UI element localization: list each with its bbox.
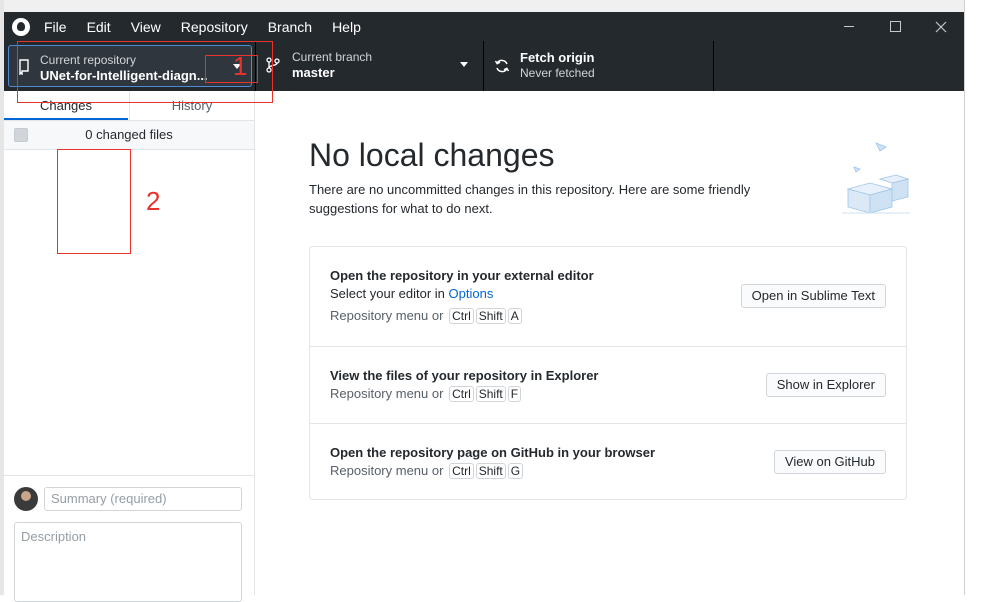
annotation-box-2	[57, 149, 131, 254]
minimize-button[interactable]	[826, 12, 872, 41]
key-shift: Shift	[475, 463, 506, 479]
view-on-github-button[interactable]: View on GitHub	[773, 450, 886, 474]
key-g: G	[507, 463, 524, 479]
menu-edit[interactable]: Edit	[87, 19, 111, 35]
page-title: No local changes	[309, 137, 555, 173]
current-branch-title: Current branch	[292, 50, 373, 64]
suggestion-shortcut: Repository menu or Ctrl Shift F	[330, 386, 522, 402]
current-branch-button[interactable]: Current branch master	[256, 41, 484, 91]
main-content: No local changes There are no uncommitte…	[255, 91, 964, 595]
annotation-box-1-inner	[205, 55, 258, 83]
shortcut-prefix: Repository menu or	[330, 386, 444, 401]
annotation-label-1: 1	[233, 51, 248, 81]
suggestion-open-editor: Open the repository in your external edi…	[310, 247, 906, 347]
show-in-explorer-button[interactable]: Show in Explorer	[765, 373, 886, 397]
suggestion-title: Open the repository page on GitHub in yo…	[330, 445, 656, 460]
key-shift: Shift	[475, 308, 506, 324]
suggestion-shortcut: Repository menu or Ctrl Shift A	[330, 308, 522, 324]
github-logo-icon	[12, 17, 30, 36]
suggestion-show-explorer: View the files of your repository in Exp…	[310, 347, 906, 424]
fetch-status: Never fetched	[520, 66, 595, 80]
page-description: There are no uncommitted changes in this…	[309, 182, 751, 216]
menu-branch[interactable]: Branch	[268, 19, 312, 35]
close-icon	[935, 21, 947, 32]
summary-input[interactable]: Summary (required)	[44, 487, 242, 511]
annotation-label-2: 2	[146, 186, 161, 216]
avatar	[14, 487, 38, 511]
suggestions-panel: Open the repository in your external edi…	[309, 246, 907, 500]
description-input[interactable]: Description	[14, 522, 242, 602]
key-a: A	[507, 308, 522, 324]
commit-message-area: Summary (required) Description	[4, 475, 254, 602]
current-branch-name: master	[292, 65, 335, 80]
key-ctrl: Ctrl	[449, 463, 474, 479]
maximize-button[interactable]	[872, 12, 918, 41]
changed-files-count: 0 changed files	[85, 127, 173, 142]
key-ctrl: Ctrl	[449, 386, 474, 402]
menu-file[interactable]: File	[44, 19, 67, 35]
maximize-icon	[889, 21, 901, 32]
changes-list-header: 0 changed files	[4, 121, 254, 150]
fetch-origin-title: Fetch origin	[520, 50, 595, 65]
key-ctrl: Ctrl	[449, 308, 474, 324]
menu-view[interactable]: View	[131, 19, 161, 35]
shortcut-prefix: Repository menu or	[330, 308, 444, 323]
boxes-illustration-icon	[842, 142, 910, 214]
fetch-origin-button[interactable]: Fetch origin Never fetched	[484, 41, 714, 91]
suggestion-view-github: Open the repository page on GitHub in yo…	[310, 424, 906, 499]
menu-repository[interactable]: Repository	[181, 19, 248, 35]
suggestion-title: Open the repository in your external edi…	[330, 268, 594, 283]
menu-help[interactable]: Help	[332, 19, 361, 35]
suggestion-title: View the files of your repository in Exp…	[330, 368, 599, 383]
options-link[interactable]: Options	[449, 286, 494, 301]
suggestion-subtitle-text: Select your editor in	[330, 286, 449, 301]
key-shift: Shift	[475, 386, 506, 402]
desktop-background-right	[964, 0, 982, 595]
desktop-background-top	[0, 0, 982, 12]
suggestion-subtitle: Select your editor in Options	[330, 286, 493, 301]
suggestion-shortcut: Repository menu or Ctrl Shift G	[330, 463, 524, 479]
minimize-icon	[844, 26, 854, 27]
sync-icon	[494, 59, 510, 73]
title-bar: File Edit View Repository Branch Help	[4, 12, 964, 41]
shortcut-prefix: Repository menu or	[330, 463, 444, 478]
key-f: F	[507, 386, 522, 402]
open-in-editor-button[interactable]: Open in Sublime Text	[740, 284, 886, 308]
close-button[interactable]	[918, 12, 964, 41]
branch-dropdown-caret-icon	[460, 62, 468, 67]
